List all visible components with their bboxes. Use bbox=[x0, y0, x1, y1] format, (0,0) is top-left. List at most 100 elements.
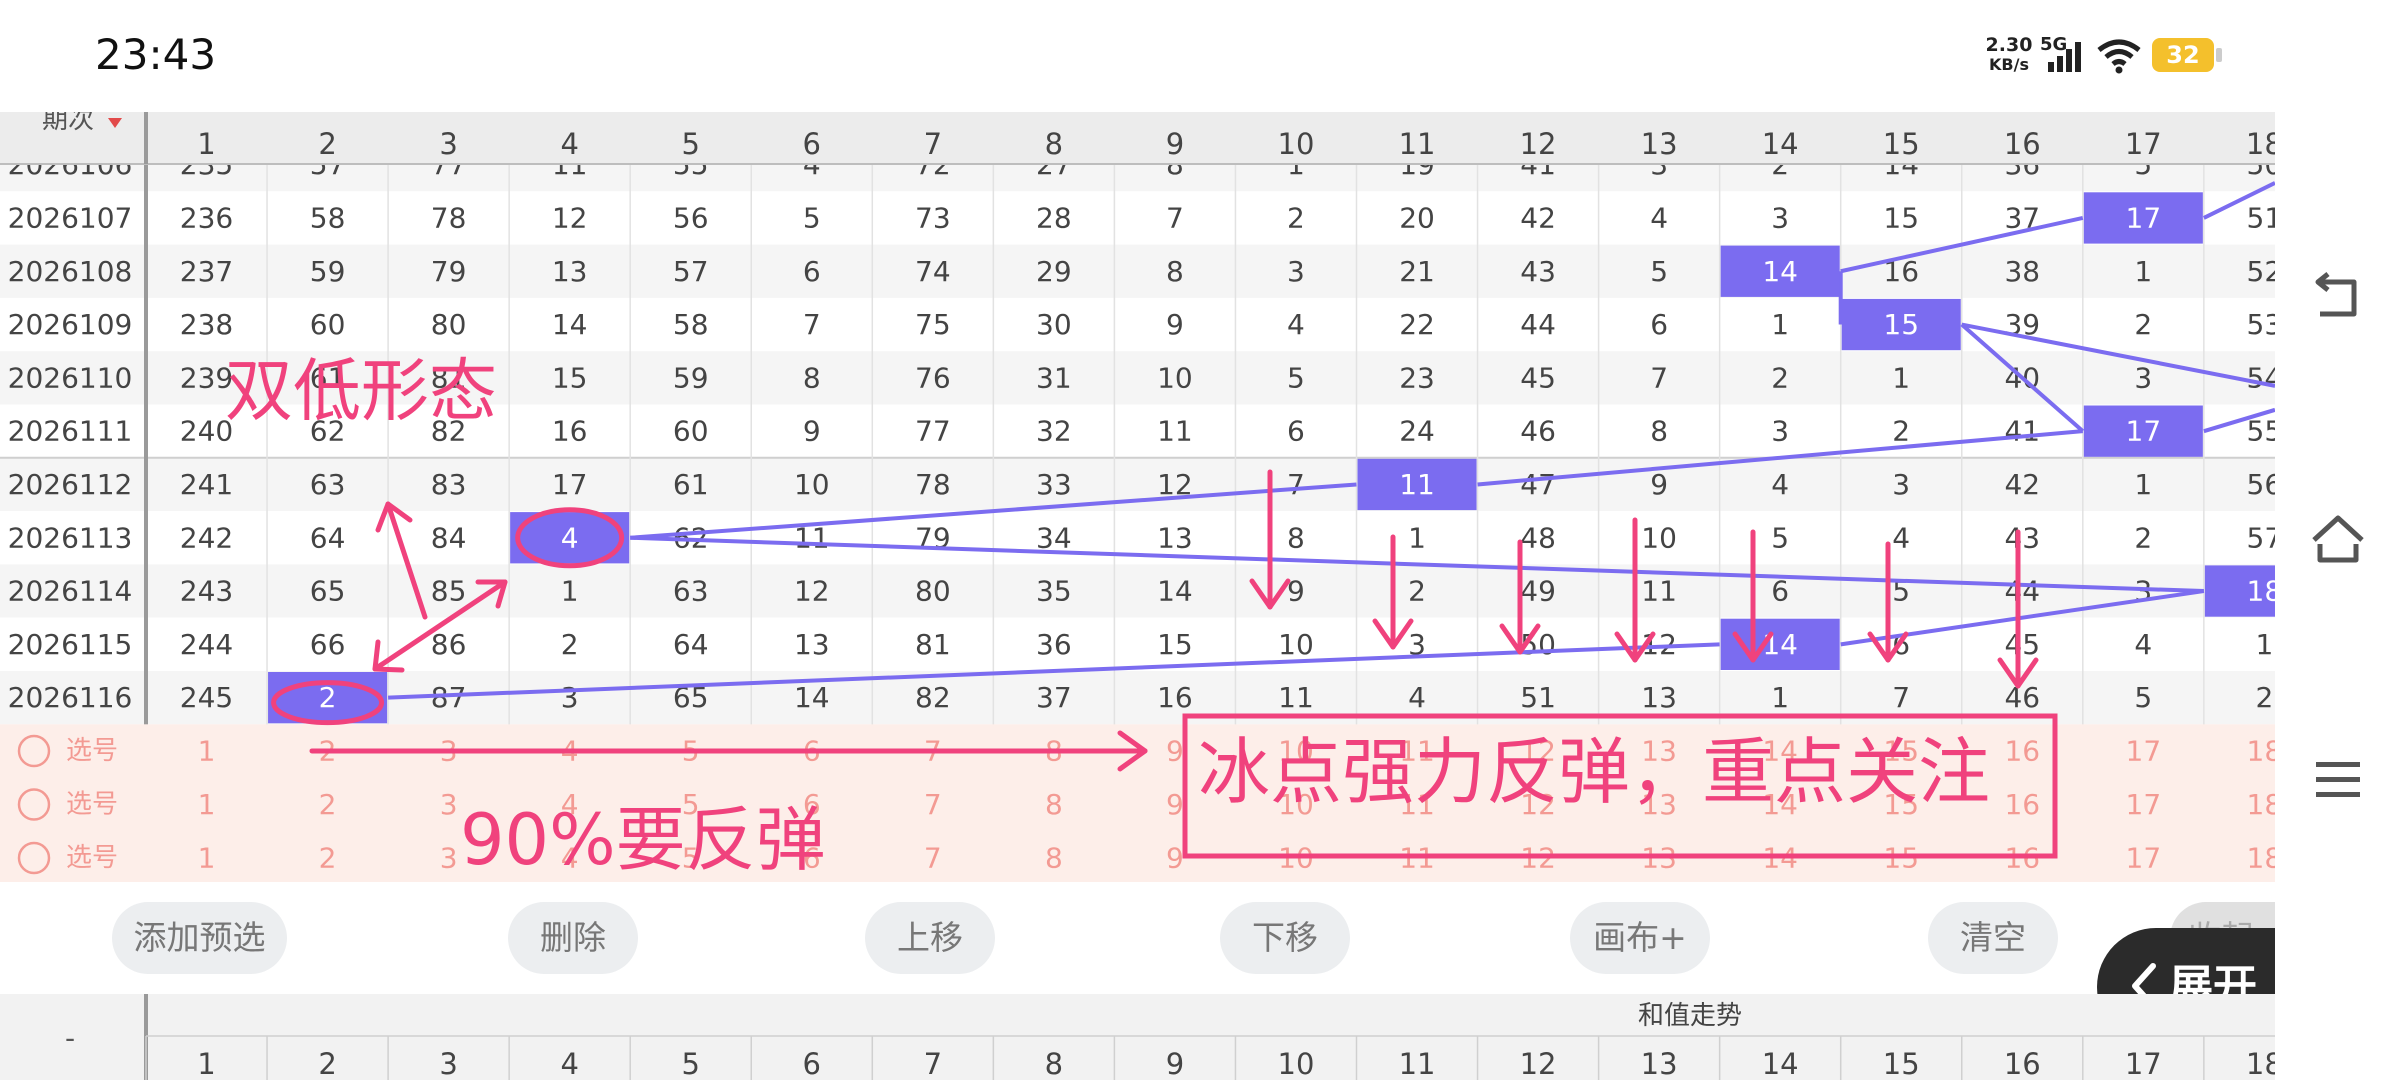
table-cell: 22 bbox=[1399, 308, 1435, 341]
select-number: 9 bbox=[1166, 735, 1184, 768]
table-cell: 10 bbox=[1157, 361, 1193, 394]
table-cell: 75 bbox=[915, 308, 951, 341]
table-cell: 73 bbox=[915, 201, 951, 234]
table-cell: 42 bbox=[1520, 201, 1556, 234]
move-down-button[interactable]: 下移 bbox=[1220, 902, 1350, 974]
trend-chart-area[interactable]: 2026106235577711554722781194132143655020… bbox=[0, 112, 2275, 882]
table-cell: 10 bbox=[1278, 628, 1314, 661]
back-icon[interactable] bbox=[2310, 270, 2366, 326]
table-cell: 245 bbox=[180, 681, 233, 714]
highlight-value: 14 bbox=[1762, 628, 1798, 661]
table-cell: 58 bbox=[673, 308, 709, 341]
battery-icon: 32 bbox=[2152, 38, 2214, 72]
table-cell: 77 bbox=[915, 415, 951, 448]
table-cell: 7 bbox=[1892, 681, 1910, 714]
sum-column-header: 15 bbox=[1883, 1047, 1920, 1080]
table-cell: 244 bbox=[180, 628, 233, 661]
highlight-value: 17 bbox=[2126, 415, 2162, 448]
move-up-button[interactable]: 上移 bbox=[865, 902, 995, 974]
table-cell: 51 bbox=[1520, 681, 1556, 714]
canvas-plus-button[interactable]: 画布+ bbox=[1570, 902, 1710, 974]
table-cell: 21 bbox=[1399, 255, 1435, 288]
clear-button[interactable]: 清空 bbox=[1928, 902, 2058, 974]
table-cell: 7 bbox=[1166, 201, 1184, 234]
table-cell: 5 bbox=[1650, 255, 1668, 288]
table-cell: 2 bbox=[2255, 681, 2273, 714]
table-cell: 84 bbox=[431, 521, 467, 554]
home-icon[interactable] bbox=[2310, 512, 2366, 568]
table-cell: 43 bbox=[2004, 521, 2040, 554]
table-cell: 12 bbox=[794, 575, 830, 608]
table-cell: 10 bbox=[1641, 521, 1677, 554]
table-cell: 16 bbox=[1157, 681, 1193, 714]
select-number: 7 bbox=[924, 788, 942, 821]
highlight-value: 15 bbox=[1883, 308, 1919, 341]
table-cell: 3 bbox=[1892, 468, 1910, 501]
select-label: 选号 bbox=[66, 736, 118, 766]
battery-tip bbox=[2216, 48, 2222, 62]
table-cell: 82 bbox=[915, 681, 951, 714]
select-number: 16 bbox=[2004, 735, 2040, 768]
sum-column-header: 18 bbox=[2246, 1047, 2275, 1080]
menu-icon[interactable] bbox=[2310, 752, 2366, 808]
highlight-value: 2 bbox=[319, 681, 337, 714]
table-cell: 1 bbox=[1771, 681, 1789, 714]
table-cell: 3 bbox=[561, 681, 579, 714]
table-cell: 1 bbox=[1408, 521, 1426, 554]
pattern-annotation: 双低形态 bbox=[225, 353, 497, 432]
table-cell: 15 bbox=[552, 361, 588, 394]
table-cell: 20 bbox=[1399, 201, 1435, 234]
sum-column-header: 16 bbox=[2004, 1047, 2041, 1080]
table-cell: 3 bbox=[1771, 201, 1789, 234]
sum-column-header: 13 bbox=[1641, 1047, 1678, 1080]
table-cell: 79 bbox=[431, 255, 467, 288]
table-cell: 43 bbox=[1520, 255, 1556, 288]
table-cell: 1 bbox=[1771, 308, 1789, 341]
sum-column-header: 11 bbox=[1399, 1047, 1436, 1080]
table-cell: 8 bbox=[1166, 255, 1184, 288]
table-cell: 1 bbox=[1892, 361, 1910, 394]
highlight-value: 14 bbox=[1762, 255, 1798, 288]
column-header-cell: 7 bbox=[924, 127, 942, 161]
column-header-cell: 11 bbox=[1399, 127, 1436, 161]
delete-button[interactable]: 删除 bbox=[508, 902, 638, 974]
table-cell: 38 bbox=[2004, 255, 2040, 288]
table-cell: 8 bbox=[1287, 521, 1305, 554]
column-header-cell: 10 bbox=[1278, 127, 1315, 161]
table-cell: 52 bbox=[2247, 255, 2275, 288]
sum-trend-panel: - 和值走势 1 2 3 4 5 6 7 8 9 10 11 12 13 14 15 16 17 18 bbox=[0, 994, 2275, 1080]
table-cell: 54 bbox=[2247, 361, 2275, 394]
table-cell: 57 bbox=[673, 255, 709, 288]
select-number: 3 bbox=[440, 842, 458, 875]
signal-icon bbox=[2048, 42, 2081, 72]
table-cell: 80 bbox=[915, 575, 951, 608]
select-label: 选号 bbox=[66, 790, 118, 820]
table-cell: 44 bbox=[1520, 308, 1556, 341]
table-cell: 78 bbox=[915, 468, 951, 501]
column-header-cell: 16 bbox=[2004, 127, 2041, 161]
table-cell: 2 bbox=[2134, 308, 2152, 341]
table-cell: 55 bbox=[2247, 415, 2275, 448]
table-cell: 12 bbox=[552, 201, 588, 234]
table-cell: 76 bbox=[915, 361, 951, 394]
sum-trend-title: 和值走势 bbox=[1638, 1001, 1742, 1031]
table-cell: 13 bbox=[1641, 681, 1677, 714]
table-cell: 51 bbox=[2247, 201, 2275, 234]
table-cell: 31 bbox=[1036, 361, 1072, 394]
trend-grid[interactable]: 2026106235577711554722781194132143655020… bbox=[0, 112, 2275, 882]
add-preselect-button[interactable]: 添加预选 bbox=[112, 902, 287, 974]
table-cell: 48 bbox=[1520, 521, 1556, 554]
table-cell: 80 bbox=[431, 308, 467, 341]
table-cell: 9 bbox=[803, 415, 821, 448]
table-cell: 2 bbox=[1771, 361, 1789, 394]
table-cell: 2 bbox=[1408, 575, 1426, 608]
column-header-cell: 12 bbox=[1520, 127, 1557, 161]
focus-annotation: 冰点强力反弹，重点关注 bbox=[1198, 730, 1990, 814]
table-cell: 37 bbox=[1036, 681, 1072, 714]
period-cell: 2026107 bbox=[8, 201, 133, 234]
sum-column-header: 1 bbox=[197, 1047, 215, 1080]
table-cell: 6 bbox=[803, 255, 821, 288]
table-cell: 41 bbox=[2004, 415, 2040, 448]
table-cell: 242 bbox=[180, 521, 233, 554]
column-header-cell: 14 bbox=[1762, 127, 1799, 161]
